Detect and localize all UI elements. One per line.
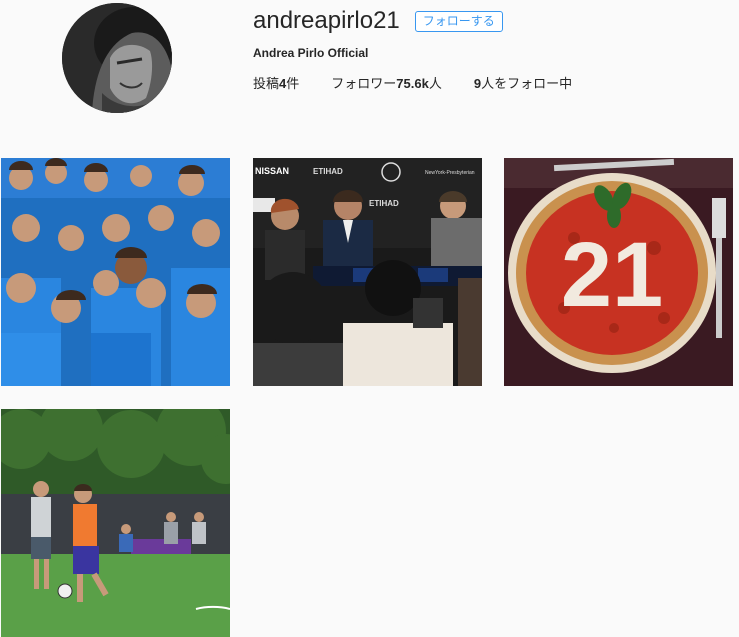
sponsor-nissan-1: NISSAN <box>255 166 289 176</box>
sponsor-etihad-1: ETIHAD <box>313 167 343 176</box>
post-image-pizza-21: 21 <box>504 158 733 386</box>
sponsor-nyp: NewYork-Presbyterian <box>425 170 475 176</box>
post-image-training-field <box>1 409 230 637</box>
post-image-press-conference: NISSAN ETIHAD NewYork-Presbyterian ETIHA… <box>253 158 482 386</box>
post-tile-training-field[interactable] <box>1 409 230 637</box>
sponsor-etihad-2: ETIHAD <box>369 199 399 208</box>
pizza-number: 21 <box>561 224 663 326</box>
post-tile-kids-camp[interactable] <box>1 158 230 386</box>
posts-grid: NISSAN ETIHAD NewYork-Presbyterian ETIHA… <box>0 0 739 637</box>
post-tile-press-conference[interactable]: NISSAN ETIHAD NewYork-Presbyterian ETIHA… <box>253 158 482 386</box>
post-tile-pizza-21[interactable]: 21 <box>504 158 733 386</box>
post-image-kids-camp <box>1 158 230 386</box>
